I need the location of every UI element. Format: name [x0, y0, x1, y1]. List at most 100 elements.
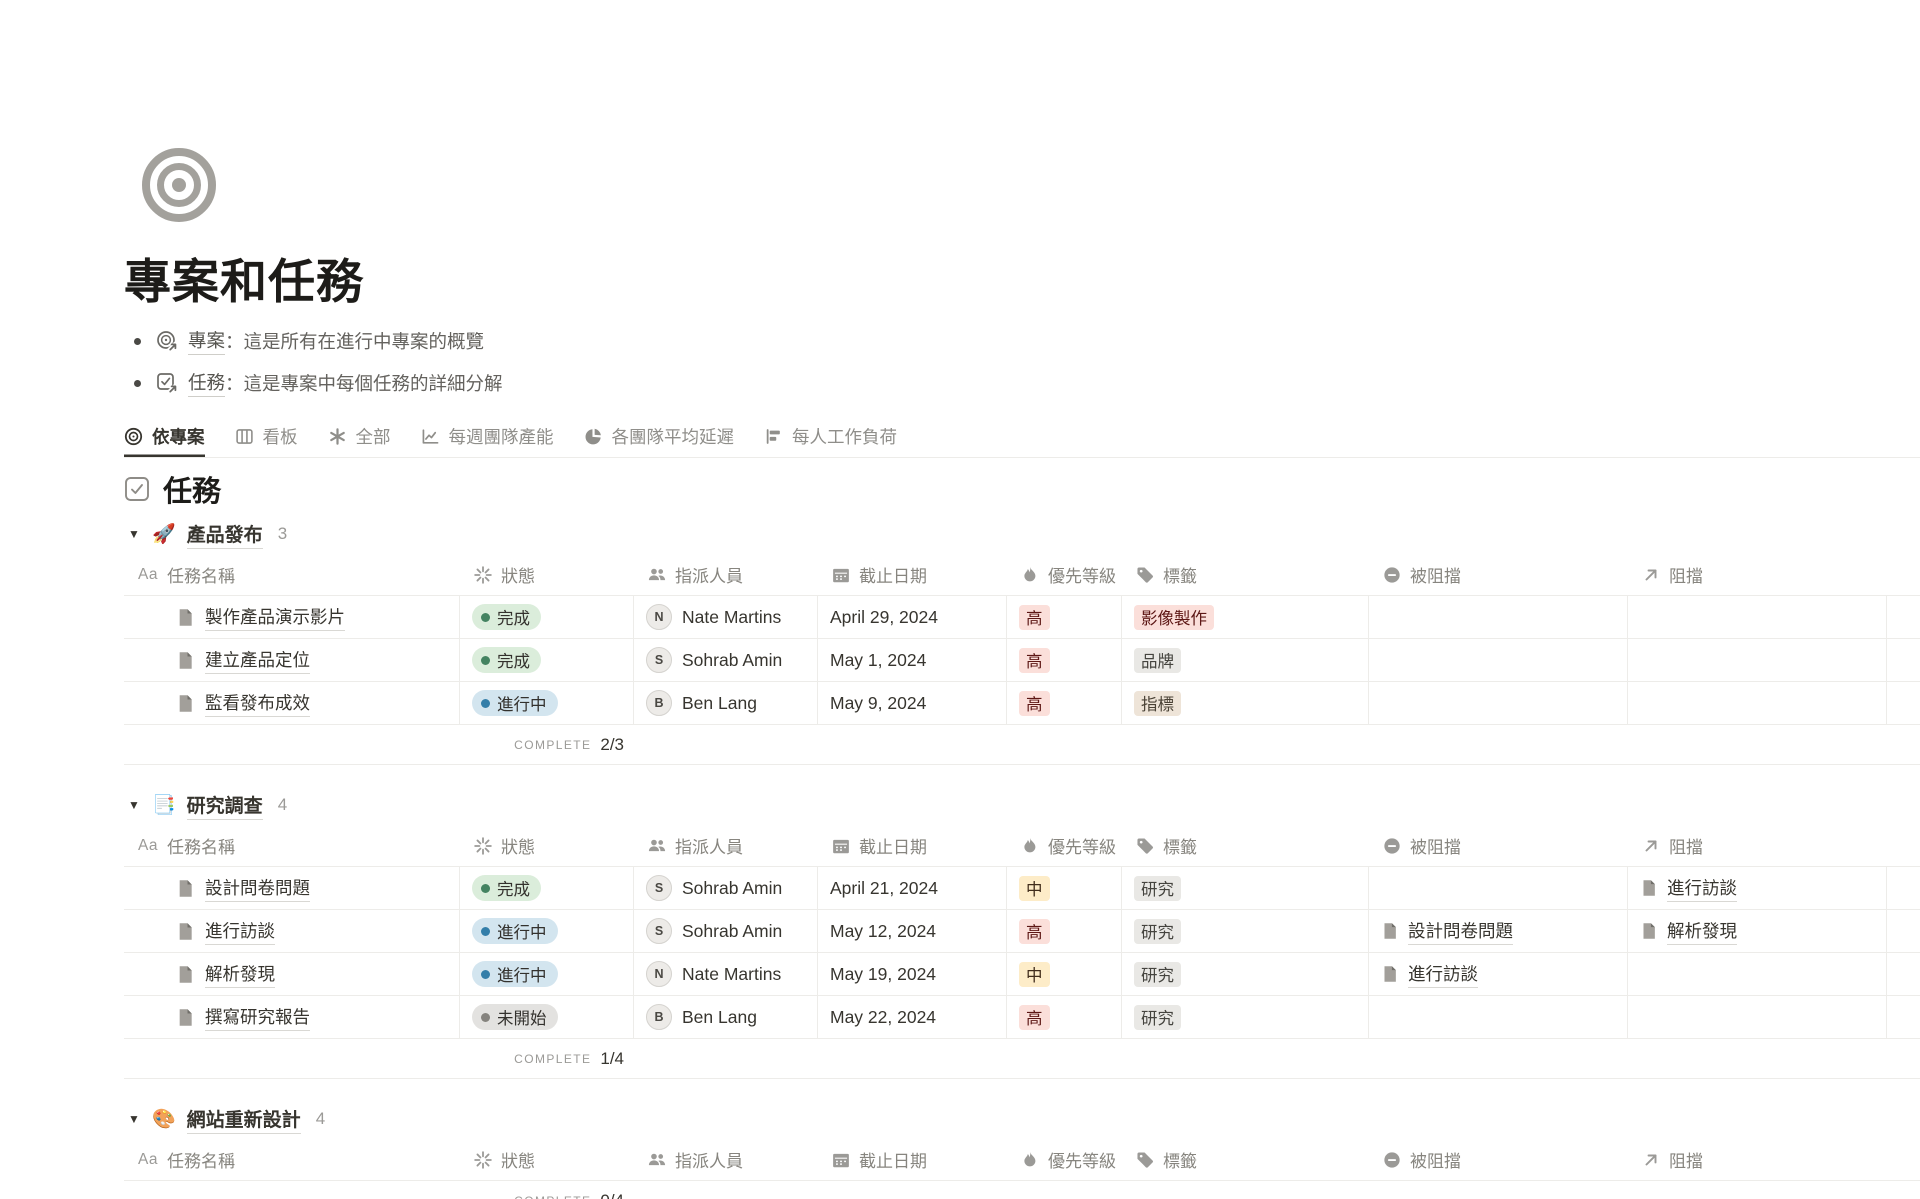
- tag-chip[interactable]: 研究: [1134, 919, 1181, 944]
- task-name-cell[interactable]: 解析發現: [124, 953, 460, 995]
- status-cell[interactable]: 完成: [460, 867, 634, 909]
- blocked-by-cell[interactable]: [1369, 596, 1628, 638]
- status-pill[interactable]: 完成: [472, 647, 541, 673]
- blocking-cell[interactable]: [1628, 639, 1887, 681]
- priority-cell[interactable]: 高: [1007, 596, 1122, 638]
- due-date-cell[interactable]: May 1, 2024: [818, 639, 1007, 681]
- relation-item[interactable]: 設計問卷問題: [1381, 918, 1513, 945]
- task-name[interactable]: 監看發布成效: [205, 690, 310, 717]
- relation-item[interactable]: 進行訪談: [1640, 875, 1737, 902]
- column-header-status[interactable]: 狀態: [460, 825, 634, 866]
- priority-cell[interactable]: 高: [1007, 682, 1122, 724]
- column-header-status[interactable]: 狀態: [460, 554, 634, 595]
- page-icon-bullseye[interactable]: [140, 146, 218, 224]
- column-header-name[interactable]: Aa任務名稱: [124, 825, 460, 866]
- blocking-cell[interactable]: [1628, 682, 1887, 724]
- assignee-cell[interactable]: BBen Lang: [634, 682, 818, 724]
- task-name-cell[interactable]: 撰寫研究報告: [124, 996, 460, 1038]
- column-header-assignee[interactable]: 指派人員: [634, 825, 818, 866]
- status-cell[interactable]: 未開始: [460, 996, 634, 1038]
- priority-cell[interactable]: 中: [1007, 953, 1122, 995]
- group-name[interactable]: 網站重新設計: [187, 1105, 301, 1134]
- tag-chip[interactable]: 研究: [1134, 876, 1181, 901]
- column-header-priority[interactable]: 優先等級: [1007, 825, 1122, 866]
- due-date-cell[interactable]: May 19, 2024: [818, 953, 1007, 995]
- blocked-by-cell[interactable]: [1369, 996, 1628, 1038]
- group-name[interactable]: 研究調查: [187, 791, 263, 820]
- view-tab-all[interactable]: 全部: [328, 416, 391, 457]
- due-date-cell[interactable]: May 9, 2024: [818, 682, 1007, 724]
- view-tab-board[interactable]: 看板: [235, 416, 298, 457]
- column-header-blocked-by[interactable]: 被阻擋: [1369, 554, 1628, 595]
- complete-aggregate[interactable]: COMPLETE2/3: [460, 725, 634, 764]
- tag-chip[interactable]: 影像製作: [1134, 605, 1214, 630]
- tags-cell[interactable]: 研究: [1122, 910, 1369, 952]
- assignee-cell[interactable]: NNate Martins: [634, 953, 818, 995]
- task-name-cell[interactable]: 進行訪談: [124, 910, 460, 952]
- priority-chip[interactable]: 高: [1019, 691, 1050, 716]
- assignee-cell[interactable]: NNate Martins: [634, 596, 818, 638]
- group-name[interactable]: 產品發布: [187, 520, 263, 549]
- column-header-tags[interactable]: 標籤: [1122, 825, 1369, 866]
- status-pill[interactable]: 完成: [472, 875, 541, 901]
- blocked-by-cell[interactable]: 設計問卷問題: [1369, 910, 1628, 952]
- tag-chip[interactable]: 品牌: [1134, 648, 1181, 673]
- blocking-cell[interactable]: [1628, 596, 1887, 638]
- column-header-priority[interactable]: 優先等級: [1007, 554, 1122, 595]
- due-date-cell[interactable]: April 29, 2024: [818, 596, 1007, 638]
- task-name-cell[interactable]: 建立產品定位: [124, 639, 460, 681]
- column-header-priority[interactable]: 優先等級: [1007, 1139, 1122, 1180]
- assignee-cell[interactable]: BBen Lang: [634, 996, 818, 1038]
- page-link[interactable]: 任務: [188, 369, 225, 397]
- priority-cell[interactable]: 高: [1007, 910, 1122, 952]
- task-name[interactable]: 建立產品定位: [205, 647, 310, 674]
- view-tab-weekly-capacity[interactable]: 每週團隊產能: [421, 416, 554, 457]
- priority-chip[interactable]: 高: [1019, 648, 1050, 673]
- column-header-blocking[interactable]: 阻擋: [1628, 554, 1887, 595]
- tag-chip[interactable]: 研究: [1134, 962, 1181, 987]
- column-header-tags[interactable]: 標籤: [1122, 1139, 1369, 1180]
- tag-chip[interactable]: 指標: [1134, 691, 1181, 716]
- column-header-blocked-by[interactable]: 被阻擋: [1369, 1139, 1628, 1180]
- assignee-cell[interactable]: SSohrab Amin: [634, 639, 818, 681]
- priority-chip[interactable]: 高: [1019, 605, 1050, 630]
- column-header-name[interactable]: Aa任務名稱: [124, 1139, 460, 1180]
- due-date-cell[interactable]: May 22, 2024: [818, 996, 1007, 1038]
- task-name[interactable]: 撰寫研究報告: [205, 1004, 310, 1031]
- column-header-status[interactable]: 狀態: [460, 1139, 634, 1180]
- blocking-cell[interactable]: 進行訪談: [1628, 867, 1887, 909]
- blocked-by-cell[interactable]: 進行訪談: [1369, 953, 1628, 995]
- status-pill[interactable]: 進行中: [472, 961, 558, 987]
- status-pill[interactable]: 進行中: [472, 690, 558, 716]
- priority-cell[interactable]: 高: [1007, 639, 1122, 681]
- task-name-cell[interactable]: 監看發布成效: [124, 682, 460, 724]
- blocking-cell[interactable]: 解析發現: [1628, 910, 1887, 952]
- column-header-name[interactable]: Aa任務名稱: [124, 554, 460, 595]
- column-header-due[interactable]: 截止日期: [818, 1139, 1007, 1180]
- priority-chip[interactable]: 高: [1019, 919, 1050, 944]
- column-header-blocked-by[interactable]: 被阻擋: [1369, 825, 1628, 866]
- due-date-cell[interactable]: May 12, 2024: [818, 910, 1007, 952]
- tags-cell[interactable]: 指標: [1122, 682, 1369, 724]
- relation-item[interactable]: 解析發現: [1640, 918, 1737, 945]
- tags-cell[interactable]: 研究: [1122, 996, 1369, 1038]
- tag-chip[interactable]: 研究: [1134, 1005, 1181, 1030]
- complete-aggregate[interactable]: COMPLETE0/4: [460, 1181, 634, 1199]
- task-name[interactable]: 進行訪談: [205, 918, 275, 945]
- group-toggle[interactable]: ▼: [122, 1107, 146, 1131]
- priority-chip[interactable]: 中: [1019, 962, 1050, 987]
- status-cell[interactable]: 進行中: [460, 953, 634, 995]
- view-tab-by-project[interactable]: 依專案: [124, 416, 205, 457]
- complete-aggregate[interactable]: COMPLETE1/4: [460, 1039, 634, 1078]
- blocking-cell[interactable]: [1628, 996, 1887, 1038]
- task-name[interactable]: 設計問卷問題: [205, 875, 310, 902]
- blocked-by-cell[interactable]: [1369, 639, 1628, 681]
- column-header-assignee[interactable]: 指派人員: [634, 554, 818, 595]
- due-date-cell[interactable]: April 21, 2024: [818, 867, 1007, 909]
- blocked-by-cell[interactable]: [1369, 682, 1628, 724]
- tags-cell[interactable]: 品牌: [1122, 639, 1369, 681]
- priority-chip[interactable]: 高: [1019, 1005, 1050, 1030]
- column-header-tags[interactable]: 標籤: [1122, 554, 1369, 595]
- priority-cell[interactable]: 高: [1007, 996, 1122, 1038]
- status-pill[interactable]: 進行中: [472, 918, 558, 944]
